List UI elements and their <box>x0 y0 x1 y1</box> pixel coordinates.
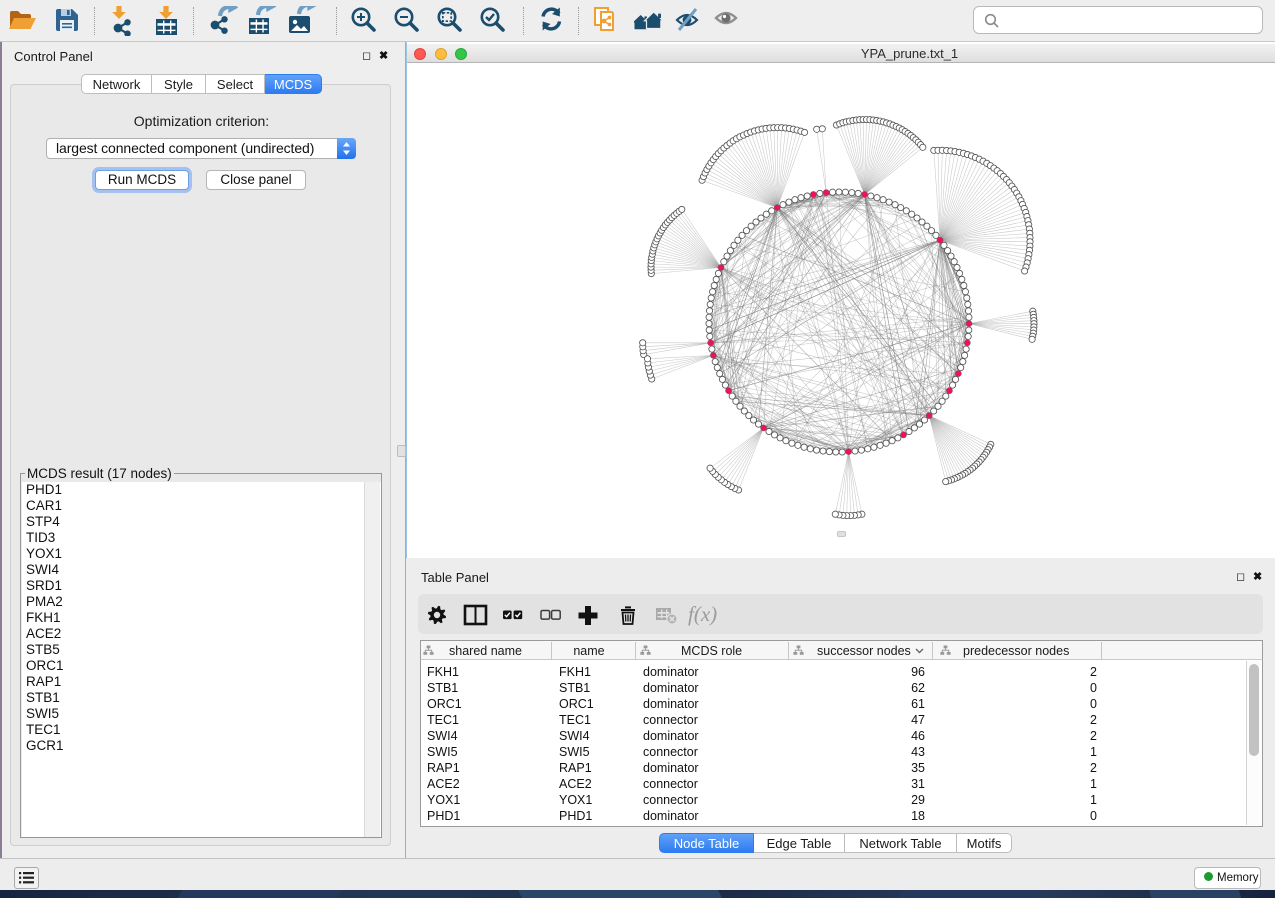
svg-text:f(x): f(x) <box>688 602 717 626</box>
